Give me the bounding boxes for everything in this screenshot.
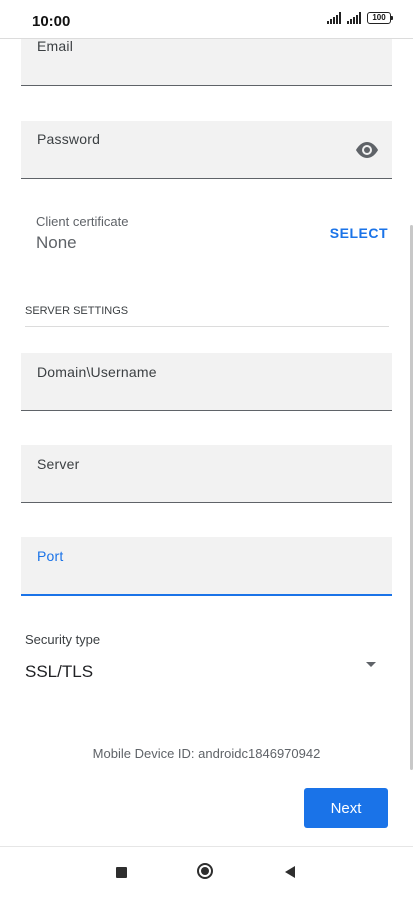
eye-icon[interactable]	[354, 141, 380, 159]
port-field[interactable]: Port	[21, 537, 392, 596]
client-certificate-value: None	[36, 233, 77, 252]
navigation-bar	[0, 846, 413, 897]
signal-icon	[347, 12, 361, 24]
password-field[interactable]: Password	[21, 121, 392, 179]
next-button[interactable]: Next	[304, 788, 388, 828]
email-label: Email	[37, 38, 74, 54]
home-icon[interactable]	[197, 863, 213, 879]
server-field[interactable]: Server	[21, 445, 392, 503]
domain-username-field[interactable]: Domain\Username	[21, 353, 392, 411]
select-certificate-button[interactable]: SELECT	[330, 225, 388, 241]
password-label: Password	[37, 131, 101, 147]
back-icon[interactable]	[285, 866, 295, 878]
security-type-select[interactable]: SSL/TLS	[25, 662, 93, 682]
server-label: Server	[37, 456, 80, 472]
recents-icon[interactable]	[116, 867, 127, 878]
battery-icon: 100	[367, 12, 393, 24]
client-certificate-label: Client certificate	[36, 214, 129, 229]
dropdown-arrow-icon[interactable]	[366, 662, 376, 667]
status-time: 10:00	[32, 13, 71, 30]
port-label: Port	[37, 548, 64, 564]
server-settings-header: SERVER SETTINGS	[25, 305, 129, 317]
status-bar: 10:00 100	[0, 0, 413, 39]
signal-icon	[327, 12, 341, 24]
security-type-label: Security type	[25, 632, 101, 647]
status-icons: 100	[327, 12, 393, 24]
section-divider	[25, 326, 389, 327]
device-id-text: Mobile Device ID: androidc1846970942	[92, 746, 321, 761]
domain-username-label: Domain\Username	[37, 364, 157, 380]
